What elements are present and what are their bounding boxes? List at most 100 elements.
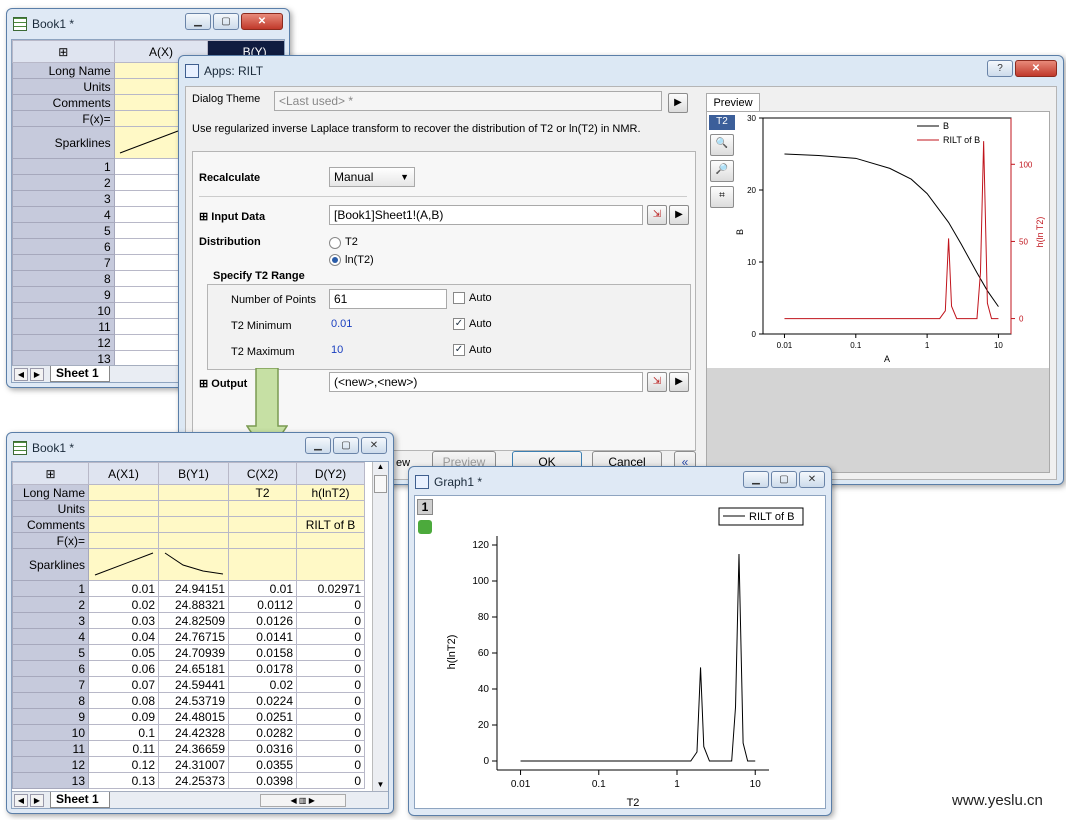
cell-b[interactable]: 24.76715 [158,628,229,645]
corner-cell[interactable]: ⊞ [12,462,89,485]
theme-arrow-button[interactable]: ▶ [668,93,688,113]
cell-c[interactable]: 0.0282 [228,724,297,741]
row-number[interactable]: 8 [12,270,115,287]
graph-titlebar[interactable]: Graph1 * ▁ ▢ ✕ [415,471,825,493]
cell-c[interactable]: 0.0316 [228,740,297,757]
cell-a[interactable]: 0.05 [88,644,159,661]
cell-b[interactable]: 24.36659 [158,740,229,757]
column-header[interactable]: C(X2) [228,462,297,485]
output-arrow-button[interactable]: ▶ [669,372,689,392]
row-number[interactable]: 12 [12,756,89,773]
row-number[interactable]: 5 [12,222,115,239]
sheet-tab[interactable]: Sheet 1 [50,792,110,808]
row-number[interactable]: 7 [12,676,89,693]
row-number[interactable]: 6 [12,238,115,255]
input-data-field[interactable]: [Book1]Sheet1!(A,B) [329,205,643,225]
column-header[interactable]: B(Y1) [158,462,229,485]
cell-b[interactable]: 24.31007 [158,756,229,773]
cell-c[interactable]: 0.0251 [228,708,297,725]
row-number[interactable]: 10 [12,724,89,741]
range-select-icon[interactable]: ⇲ [647,205,667,225]
scroll-down-icon[interactable]: ▼ [373,780,388,789]
cell-a[interactable]: 0.03 [88,612,159,629]
cell-c[interactable]: 0.0112 [228,596,297,613]
workbook-bottom-window[interactable]: Book1 * ▁ ▢ ✕ ⊞ A(X1) B(Y1) C(X2) D(Y2) Long … [6,432,394,814]
cell-c[interactable]: 0.02 [228,676,297,693]
vertical-scrollbar[interactable]: ▲ ▼ [372,462,388,791]
row-number[interactable]: 6 [12,660,89,677]
cell-a[interactable]: 0.09 [88,708,159,725]
meta-cell[interactable] [158,500,229,517]
row-number[interactable]: 3 [12,190,115,207]
meta-cell[interactable] [88,484,159,501]
cell-b[interactable]: 24.42328 [158,724,229,741]
meta-cell[interactable] [158,548,229,581]
rilt-dialog[interactable]: Apps: RILT ? ✕ Dialog Theme <Last used> … [178,55,1064,485]
tab-prev-icon[interactable]: ◀ [14,793,28,807]
cell-c[interactable]: 0.01 [228,580,297,597]
cell-b[interactable]: 24.53719 [158,692,229,709]
row-number[interactable]: 3 [12,612,89,629]
recalculate-select[interactable]: Manual ▼ [329,167,415,187]
expand-icon[interactable]: ⊞ [199,378,208,390]
meta-cell[interactable] [158,516,229,533]
row-number[interactable]: 2 [12,596,89,613]
scroll-thumb[interactable] [374,475,387,493]
row-number[interactable]: 7 [12,254,115,271]
column-header[interactable]: A(X1) [88,462,159,485]
sheet-tab[interactable]: Sheet 1 [50,366,110,382]
meta-cell[interactable]: h(lnT2) [296,484,365,501]
row-number[interactable]: 4 [12,628,89,645]
cell-d[interactable]: 0 [296,628,365,645]
cell-c[interactable]: 0.0141 [228,628,297,645]
meta-cell[interactable]: RILT of B [296,516,365,533]
meta-cell[interactable] [296,500,365,517]
cell-d[interactable]: 0 [296,660,365,677]
cell-c[interactable]: 0.0398 [228,772,297,789]
cell-b[interactable]: 24.70939 [158,644,229,661]
meta-cell[interactable] [158,484,229,501]
row-label[interactable]: F(x)= [12,110,115,127]
range-select-icon[interactable]: ⇲ [647,372,667,392]
row-number[interactable]: 4 [12,206,115,223]
tmax-auto-checkbox[interactable]: ✓ [453,344,465,356]
row-number[interactable]: 9 [12,286,115,303]
cell-a[interactable]: 0.12 [88,756,159,773]
meta-cell[interactable] [228,532,297,549]
cell-a[interactable]: 0.06 [88,660,159,677]
row-label[interactable]: Comments [12,94,115,111]
cell-d[interactable]: 0 [296,676,365,693]
row-number[interactable]: 9 [12,708,89,725]
tab-prev-icon[interactable]: ◀ [14,367,28,381]
cell-a[interactable]: 0.13 [88,772,159,789]
cell-d[interactable]: 0.02971 [296,580,365,597]
tmin-value[interactable]: 0.01 [331,318,352,330]
horizontal-scrollbar[interactable]: ◀ ▥ ▶ [259,793,346,807]
row-number[interactable]: 1 [12,580,89,597]
row-number[interactable]: 12 [12,334,115,351]
cell-d[interactable]: 0 [296,708,365,725]
row-label[interactable]: F(x)= [12,532,89,549]
scroll-up-icon[interactable]: ▲ [373,462,388,471]
dist-lnt2-radio[interactable] [329,254,341,266]
row-number[interactable]: 1 [12,158,115,175]
cell-a[interactable]: 0.04 [88,628,159,645]
row-number[interactable]: 2 [12,174,115,191]
workbook-top-titlebar[interactable]: Book1 * ▁ ▢ ✕ [13,13,283,35]
cell-c[interactable]: 0.0355 [228,756,297,773]
close-icon[interactable]: ✕ [241,13,283,30]
preview-tab[interactable]: Preview [706,93,760,112]
tab-next-icon[interactable]: ▶ [30,367,44,381]
row-number[interactable]: 11 [12,318,115,335]
row-number[interactable]: 8 [12,692,89,709]
dialog-titlebar[interactable]: Apps: RILT ? ✕ [185,60,1057,82]
dist-t2-radio[interactable] [329,237,341,249]
cell-a[interactable]: 0.1 [88,724,159,741]
maximize-icon[interactable]: ▢ [333,437,359,454]
cell-b[interactable]: 24.65181 [158,660,229,677]
cell-c[interactable]: 0.0126 [228,612,297,629]
meta-cell[interactable] [228,548,297,581]
meta-cell[interactable] [228,516,297,533]
close-icon[interactable]: ✕ [799,471,825,488]
points-auto-checkbox[interactable] [453,292,465,304]
